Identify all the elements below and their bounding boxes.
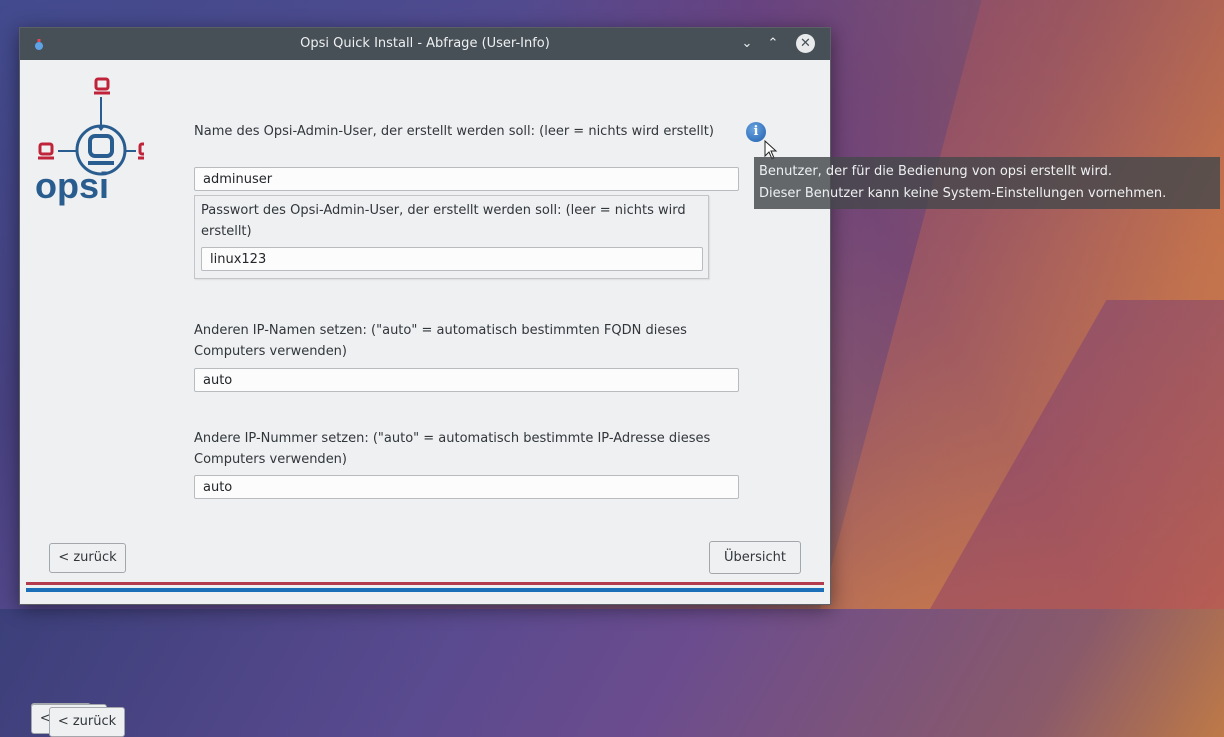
password-group: Passwort des Opsi-Admin-User, der erstel… [194, 195, 709, 279]
opsi-logo-text: opsi [35, 165, 110, 206]
back-button-bottom[interactable]: < zurück [49, 543, 126, 573]
ip-name-label: Anderen IP-Namen setzen: ("auto" = autom… [194, 323, 687, 359]
tooltip-line-2: Dieser Benutzer kann keine System-Einste… [759, 186, 1167, 201]
window-content: opsi Name des Opsi-Admin-User, der erste… [20, 61, 830, 733]
info-tooltip: Benutzer, der für die Bedienung von opsi… [754, 157, 1220, 209]
window-titlebar[interactable]: Opsi Quick Install - Abfrage (User-Info)… [20, 28, 830, 60]
admin-password-input[interactable]: linux123 [201, 247, 703, 271]
tooltip-line-1: Benutzer, der für die Bedienung von opsi… [759, 164, 1112, 179]
back-button[interactable]: < zurück [49, 707, 125, 737]
info-icon[interactable]: i [746, 122, 766, 142]
window-title: Opsi Quick Install - Abfrage (User-Info) [300, 36, 550, 51]
ip-number-label: Andere IP-Nummer setzen: ("auto" = autom… [194, 431, 711, 467]
ip-number-input[interactable]: auto [194, 475, 739, 499]
minimize-icon[interactable]: ⌄ [738, 35, 756, 53]
brand-stripe-blue [26, 588, 824, 592]
overview-button[interactable]: Übersicht [709, 541, 801, 574]
admin-password-label: Passwort des Opsi-Admin-User, der erstel… [201, 203, 686, 239]
admin-user-label: Name des Opsi-Admin-User, der erstellt w… [194, 124, 714, 139]
maximize-icon[interactable]: ⌃ [764, 35, 782, 53]
installer-window: Opsi Quick Install - Abfrage (User-Info)… [19, 27, 831, 734]
brand-stripe-red [26, 582, 824, 585]
admin-user-input[interactable]: adminuser [194, 167, 739, 191]
ip-name-input[interactable]: auto [194, 368, 739, 392]
close-icon[interactable]: ✕ [796, 34, 815, 53]
